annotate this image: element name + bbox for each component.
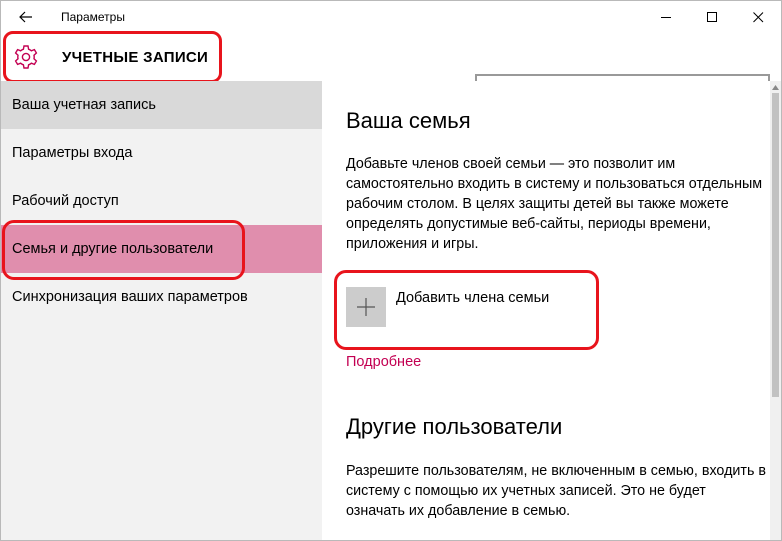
minimize-button[interactable] — [643, 1, 689, 33]
learn-more-link[interactable]: Подробнее — [346, 354, 421, 370]
close-button[interactable] — [735, 1, 781, 33]
maximize-button[interactable] — [689, 1, 735, 33]
sidebar-item-sign-in-options[interactable]: Параметры входа — [1, 129, 322, 177]
back-arrow-icon — [19, 11, 32, 23]
sidebar-item-label: Синхронизация ваших параметров — [12, 289, 248, 305]
sidebar-item-label: Параметры входа — [12, 145, 133, 161]
sidebar-item-work-access[interactable]: Рабочий доступ — [1, 177, 322, 225]
back-button[interactable] — [7, 3, 45, 31]
settings-window: Параметры УЧЕТНЫЕ ЗАПИСИ Найти параметр … — [0, 0, 782, 541]
sidebar: Ваша учетная запись Параметры входа Рабо… — [1, 81, 322, 540]
scroll-up-button[interactable] — [770, 81, 781, 93]
add-family-member-label[interactable]: Добавить члена семьи — [396, 290, 549, 306]
add-family-member-button[interactable] — [346, 287, 386, 327]
other-users-description: Разрешите пользователям, не включенным в… — [346, 463, 766, 519]
scrollbar[interactable] — [770, 81, 781, 540]
main-content: Ваша семья Добавьте членов своей семьи —… — [322, 81, 770, 540]
title-bar: Параметры — [1, 1, 781, 33]
page-title: УЧЕТНЫЕ ЗАПИСИ — [62, 49, 209, 66]
sidebar-item-label: Ваша учетная запись — [12, 97, 156, 113]
close-icon — [752, 11, 763, 22]
chevron-up-icon — [772, 84, 779, 90]
sidebar-item-label: Семья и другие пользователи — [12, 241, 214, 257]
plus-icon — [357, 298, 375, 316]
maximize-icon — [706, 11, 717, 22]
family-description: Добавьте членов своей семьи — это позвол… — [346, 156, 763, 252]
sidebar-item-sync-settings[interactable]: Синхронизация ваших параметров — [1, 273, 322, 321]
window-title: Параметры — [61, 10, 125, 24]
scrollbar-thumb[interactable] — [772, 93, 779, 397]
sidebar-item-family-other-users[interactable]: Семья и другие пользователи — [1, 225, 322, 273]
settings-header: УЧЕТНЫЕ ЗАПИСИ — [1, 33, 781, 104]
family-heading: Ваша семья — [346, 108, 471, 133]
other-users-heading: Другие пользователи — [346, 414, 563, 439]
sidebar-item-label: Рабочий доступ — [12, 193, 119, 209]
gear-icon — [14, 45, 38, 69]
sidebar-item-your-account[interactable]: Ваша учетная запись — [1, 81, 322, 129]
minimize-icon — [660, 16, 671, 18]
